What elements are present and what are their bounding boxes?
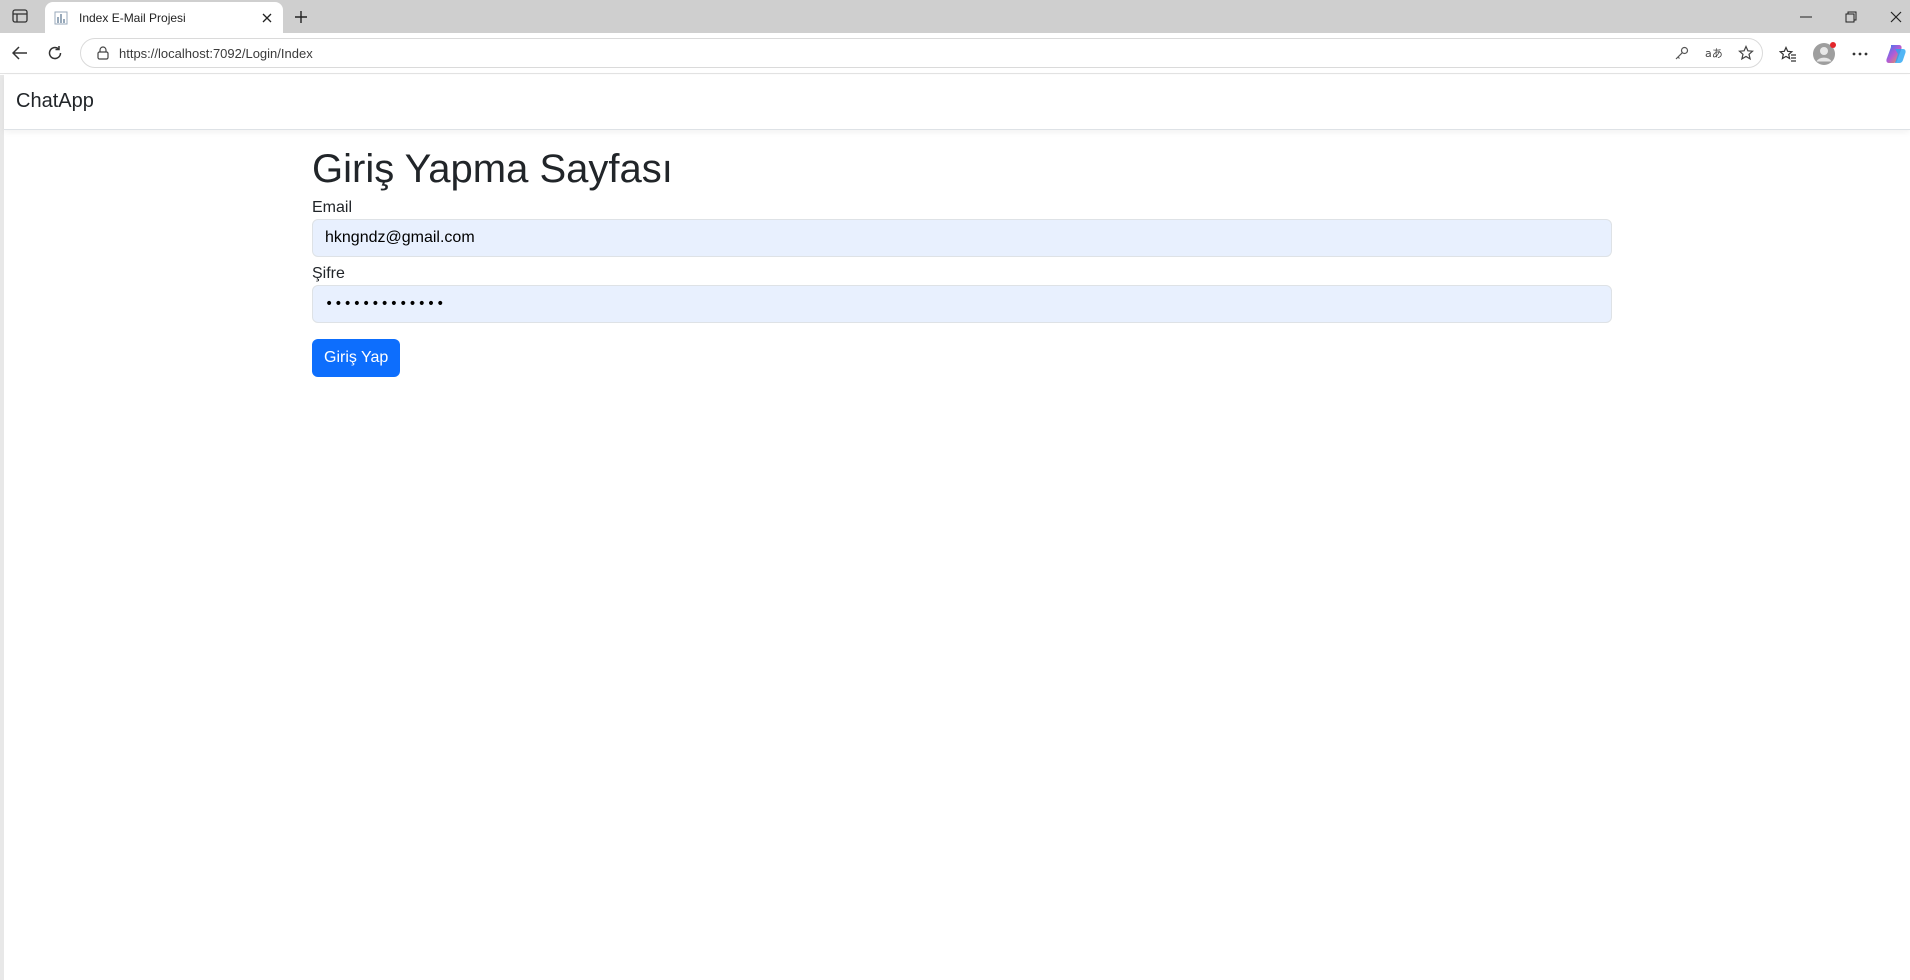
browser-tab-bar: Index E-Mail Projesi bbox=[0, 0, 1910, 33]
page-title: Giriş Yapma Sayfası bbox=[312, 147, 673, 191]
restore-icon[interactable] bbox=[1831, 4, 1871, 30]
close-icon[interactable] bbox=[257, 8, 277, 28]
login-form: Email hkngndz@gmail.com Şifre ••••••••••… bbox=[312, 197, 1612, 377]
tab-title: Index E-Mail Projesi bbox=[79, 10, 186, 25]
password-field[interactable]: ••••••••••••• bbox=[312, 285, 1612, 323]
email-label: Email bbox=[312, 199, 353, 216]
window-close-icon[interactable] bbox=[1876, 4, 1910, 30]
browser-tab[interactable]: Index E-Mail Projesi bbox=[45, 2, 283, 33]
brand-link[interactable]: ChatApp bbox=[16, 90, 94, 113]
sidebar-toggle-icon[interactable] bbox=[10, 7, 30, 25]
favorites-icon[interactable] bbox=[1775, 41, 1801, 67]
page-viewport: ChatApp Giriş Yapma Sayfası Email hkngnd… bbox=[0, 75, 1910, 980]
key-icon[interactable] bbox=[1666, 39, 1698, 67]
site-navbar: ChatApp bbox=[4, 75, 1910, 130]
plus-icon[interactable] bbox=[290, 6, 312, 28]
email-field[interactable]: hkngndz@gmail.com bbox=[312, 219, 1612, 257]
more-icon[interactable] bbox=[1847, 41, 1873, 67]
back-icon[interactable] bbox=[8, 41, 32, 65]
address-bar[interactable]: https://localhost:7092/Login/Index aあ bbox=[80, 38, 1763, 68]
favorite-star-icon[interactable] bbox=[1730, 39, 1762, 67]
svg-text:aあ: aあ bbox=[1705, 47, 1723, 60]
copilot-icon[interactable] bbox=[1883, 41, 1909, 67]
password-label: Şifre bbox=[312, 265, 345, 282]
refresh-icon[interactable] bbox=[43, 41, 67, 65]
profile-icon[interactable] bbox=[1811, 41, 1837, 67]
lock-icon[interactable] bbox=[89, 39, 117, 67]
minimize-icon[interactable] bbox=[1786, 4, 1826, 30]
login-button[interactable]: Giriş Yap bbox=[312, 339, 401, 377]
browser-toolbar: https://localhost:7092/Login/Index aあ bbox=[0, 33, 1910, 74]
login-container: Giriş Yapma Sayfası Email hkngndz@gmail.… bbox=[312, 145, 1612, 377]
url-text[interactable]: https://localhost:7092/Login/Index bbox=[119, 46, 1666, 61]
read-aloud-icon[interactable]: aあ bbox=[1698, 39, 1730, 67]
tab-favicon-icon bbox=[53, 10, 69, 26]
